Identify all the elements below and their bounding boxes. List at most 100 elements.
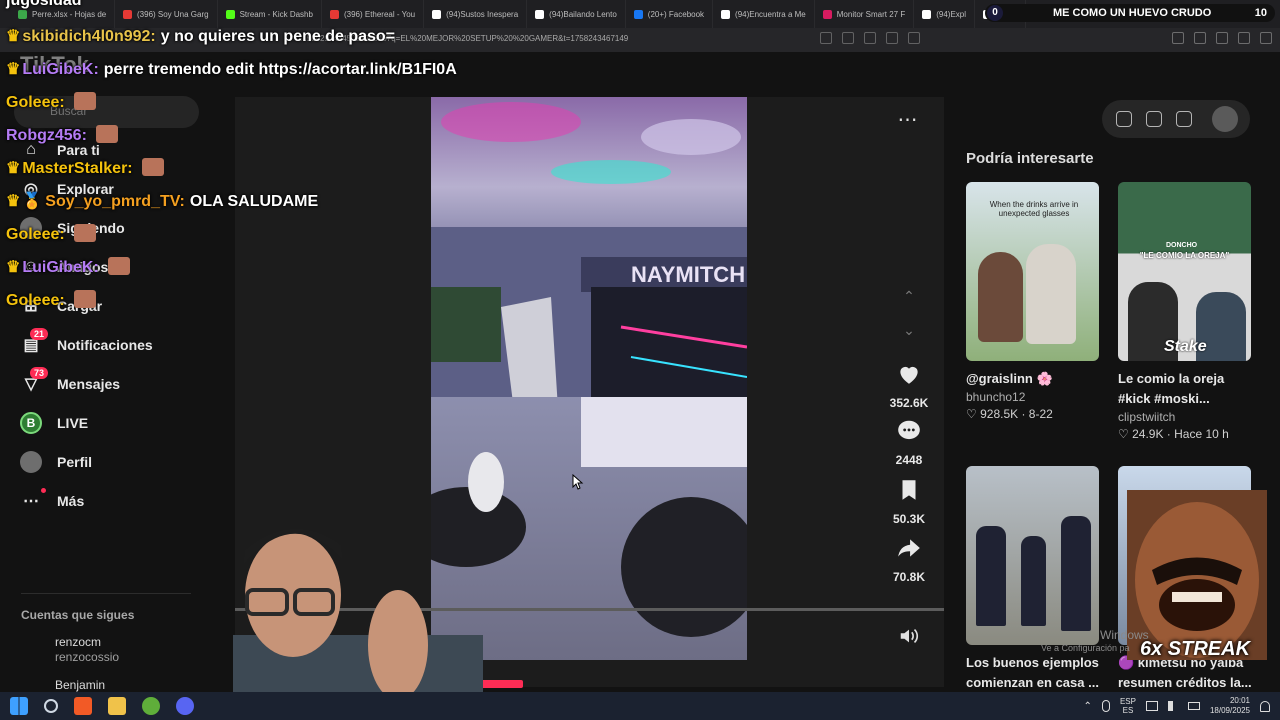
previous-video-button[interactable]: ⌃	[900, 288, 918, 306]
app-icon[interactable]	[142, 697, 160, 715]
browser-tab[interactable]: (94)Encuentra a Me	[713, 0, 815, 28]
suggestion-card[interactable]: When the drinks arrive in unexpected gla…	[966, 182, 1099, 423]
menu-icon[interactable]	[1260, 32, 1272, 44]
translate-icon[interactable]	[864, 32, 876, 44]
browser-tab[interactable]: Monitor Smart 27 F	[815, 0, 915, 28]
bookmark-icon[interactable]	[1194, 32, 1206, 44]
notification-bell-icon[interactable]	[1260, 700, 1270, 712]
suggestion-thumbnail[interactable]: DONCHO "LE COMIO LA OREJA" Stake	[1118, 182, 1251, 361]
avatar[interactable]	[1212, 106, 1238, 132]
next-video-button[interactable]: ⌄	[900, 322, 918, 340]
suggestions-title: Podría interesarte	[966, 150, 1094, 167]
thumbnail-label: DONCHO	[1166, 242, 1198, 249]
tab-label: (94)Expl	[936, 9, 967, 19]
download-icon[interactable]	[1176, 111, 1192, 127]
browser-tab[interactable]: Stream - Kick Dashb	[218, 0, 322, 28]
suggestion-card[interactable]: DONCHO "LE COMIO LA OREJA" Stake Le comi…	[1118, 182, 1251, 443]
comment-button[interactable]: 2448	[880, 418, 938, 467]
zoom-icon[interactable]	[886, 32, 898, 44]
sidebar-item-label: Notificaciones	[57, 336, 153, 353]
share-button[interactable]: 70.8K	[880, 535, 938, 584]
live-icon: B	[20, 411, 42, 434]
bookmark-button[interactable]: 50.3K	[880, 477, 938, 526]
notification-badge: 73	[30, 366, 49, 379]
language-indicator[interactable]: ESP ES	[1120, 697, 1136, 715]
sidebar-item-m-s[interactable]: ⋯ Más	[0, 481, 220, 520]
suggestion-meta: ♡ 24.9K · Hace 10 h	[1118, 427, 1229, 441]
browser-tab[interactable]: (94)Expl	[914, 0, 976, 28]
like-count: 352.6K	[889, 396, 929, 410]
suggestion-caption[interactable]: Los buenos ejemplos	[966, 653, 1099, 673]
suggestion-author[interactable]: bhuncho12	[966, 389, 1099, 405]
clock[interactable]: 20:01 18/09/2025	[1210, 696, 1250, 716]
streamer-image	[233, 528, 483, 720]
battery-icon[interactable]	[1187, 702, 1200, 710]
network-icon[interactable]	[1145, 701, 1158, 711]
system-tray: ⌃ ESP ES 20:01 18/09/2025	[1084, 692, 1270, 720]
suggestion-caption[interactable]: @graislinn 🌸	[966, 369, 1099, 389]
volume-icon[interactable]	[898, 626, 920, 646]
chat-emote-icon	[95, 125, 118, 143]
file-explorer-icon[interactable]	[108, 697, 126, 715]
tab-label: Perre.xlsx - Hojas de	[32, 9, 107, 19]
suggestion-author[interactable]: clipstwiitch	[1118, 409, 1251, 425]
discord-icon[interactable]	[176, 697, 194, 715]
volume-icon[interactable]	[1167, 701, 1178, 711]
more-options-button[interactable]: ⋯	[896, 110, 920, 134]
comment-count: 2448	[895, 453, 923, 467]
reader-icon[interactable]	[820, 32, 832, 44]
suggestion-caption-line2[interactable]: comienzan en casa ...	[966, 673, 1099, 693]
suggestion-caption[interactable]: Le comio la oreja	[1118, 369, 1251, 389]
sidebar-item-notificaciones[interactable]: ▤ 21 Notificaciones	[0, 325, 220, 364]
wallet-icon[interactable]	[1238, 32, 1250, 44]
share-icon[interactable]	[908, 32, 920, 44]
sidebar-item-mensajes[interactable]: ▽ 73 Mensajes	[0, 364, 220, 403]
browser-tab[interactable]: (396) Ethereal - You	[322, 0, 425, 28]
screen: Perre.xlsx - Hojas de (396) Soy Una Garg S…	[0, 0, 1280, 720]
sidebar-item-live[interactable]: B LIVE	[0, 403, 220, 442]
suggestion-caption-line2[interactable]: #kick #moski...	[1118, 389, 1251, 409]
suggestion-caption-line2[interactable]: resumen créditos la...	[1118, 673, 1251, 693]
address-bar-icons	[820, 32, 920, 44]
following-account[interactable]: Benjamin	[55, 678, 105, 693]
like-button[interactable]: 352.6K	[880, 361, 938, 410]
search-icon[interactable]	[44, 699, 58, 713]
brave-browser-icon[interactable]	[74, 697, 92, 715]
alert-count-right: 10	[1254, 7, 1267, 19]
browser-tab[interactable]: (20+) Facebook	[626, 0, 714, 28]
sidebar-item-perfil[interactable]: Perfil	[0, 442, 220, 481]
browser-tab[interactable]: (94)Bailando Lento	[527, 0, 626, 28]
suggestion-thumbnail[interactable]: When the drinks arrive in unexpected gla…	[966, 182, 1099, 361]
following-title: Cuentas que sigues	[21, 608, 135, 622]
unread-dot	[41, 487, 46, 493]
microphone-icon[interactable]	[1101, 700, 1110, 712]
thumbnail-caption: When the drinks arrive in unexpected gla…	[989, 200, 1079, 218]
alert-title: ME COMO UN HUEVO CRUDO	[1053, 7, 1212, 19]
extension-icon[interactable]	[1172, 32, 1184, 44]
device-icon[interactable]	[1146, 111, 1162, 127]
alert-count-left: 0	[987, 5, 1003, 21]
browser-tab[interactable]: (396) Soy Una Garg	[115, 0, 218, 28]
chat-username: MasterStalker:	[22, 160, 133, 177]
chat-username: Goleee:	[6, 226, 65, 243]
coins-icon[interactable]	[1116, 111, 1132, 127]
tab-label: (94)Bailando Lento	[549, 9, 617, 19]
chat-text: jugosidad	[6, 0, 82, 9]
crown-icon: ♛	[6, 160, 21, 177]
sidebar-item-label: Perfil	[57, 453, 93, 470]
following-account[interactable]: renzocm renzocossio	[55, 635, 119, 665]
suggestion-card[interactable]: Los buenos ejemplos comienzan en casa ..…	[966, 466, 1099, 693]
suggestion-thumbnail[interactable]	[966, 466, 1099, 645]
sidebar-nav: ⌂Para ti◎ExplorarSiguiendo☺Amigos⊞Cargar…	[0, 130, 220, 520]
windows-start-icon[interactable]	[10, 697, 28, 715]
browser-tab[interactable]: (94)Sustos Inespera	[424, 0, 528, 28]
bookmark-icon	[902, 480, 916, 500]
screen-icon[interactable]	[842, 32, 854, 44]
suggestion-meta: ♡ 928.5K · 8-22	[966, 407, 1053, 421]
chevron-up-icon[interactable]: ⌃	[1084, 701, 1092, 712]
sidebar-icon[interactable]	[1216, 32, 1228, 44]
keyboard-layout: ES	[1122, 706, 1134, 715]
chat-message: Goleee:	[6, 92, 96, 112]
chat-emote-icon	[73, 92, 96, 110]
comment-icon	[898, 420, 920, 440]
